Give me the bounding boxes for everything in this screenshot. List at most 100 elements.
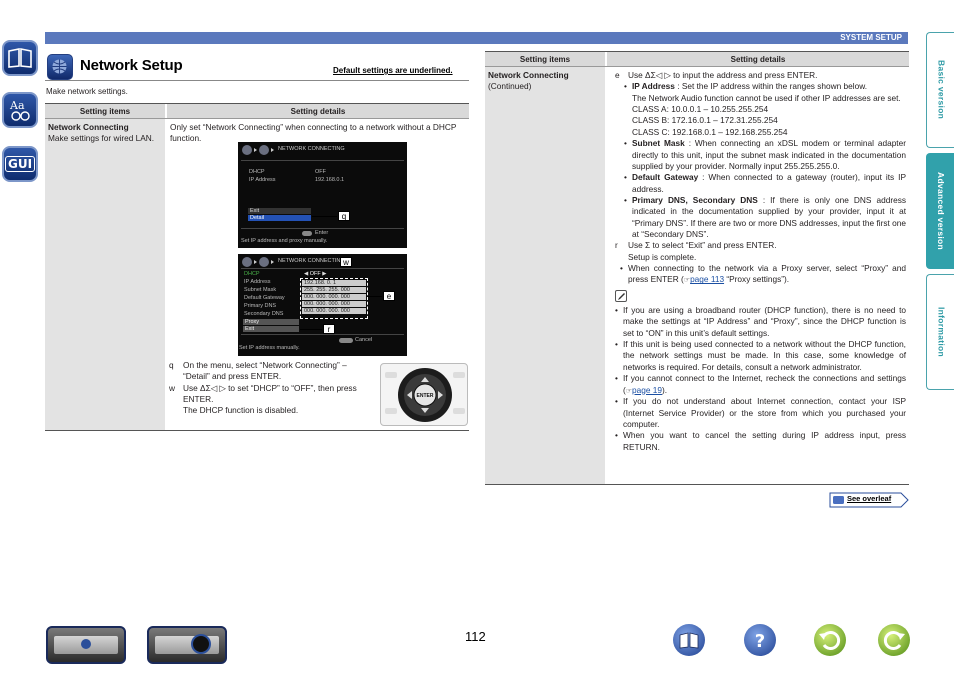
screen-row: IP Address	[249, 177, 276, 183]
item-name: Network Connecting	[488, 70, 569, 80]
page-19-link[interactable]: page 19	[632, 385, 662, 395]
step-3: e Use ΔΣ◁ ▷ to input the address and pres…	[615, 70, 818, 80]
steps-list: q On the menu, select “Network Connecting…	[169, 360, 369, 417]
defaults-note: Default settings are underlined.	[333, 66, 453, 75]
col-header-details: Setting details	[167, 104, 469, 118]
callout-2: w	[340, 257, 352, 267]
item-cell: Network Connecting (Continued)	[485, 67, 605, 484]
book-icon[interactable]	[2, 40, 38, 76]
page-113-link[interactable]: page 113	[690, 274, 724, 284]
screen-row: Primary DNS	[244, 303, 277, 309]
svg-text:?: ?	[755, 631, 765, 652]
ip-address-field[interactable]: 192.168. 0. 1	[302, 280, 366, 286]
item-cell: Network Connecting Make settings for wir…	[45, 119, 165, 430]
col-header-items: Setting items	[485, 52, 605, 66]
tab-information[interactable]: Information	[926, 274, 954, 390]
forward-icon[interactable]	[878, 624, 910, 656]
col-header-items: Setting items	[45, 104, 165, 118]
screen-row: DHCP	[244, 271, 260, 277]
menu-detail[interactable]: Detail	[248, 215, 311, 221]
screen-network-connecting-1: NETWORK CONNECTING DHCP OFF IP Address 1…	[238, 142, 407, 248]
callout-1: q	[338, 211, 350, 221]
tab-advanced-version[interactable]: Advanced version	[926, 153, 954, 269]
screen-row: Default Gateway	[244, 295, 285, 301]
tab-basic-version[interactable]: Basic version	[926, 32, 954, 148]
back-icon[interactable]	[814, 624, 846, 656]
step-1: q On the menu, select “Network Connecting…	[169, 360, 347, 382]
right-settings-table: Setting items Setting details Network Co…	[485, 51, 909, 485]
callout-3: e	[383, 291, 395, 301]
menu-exit[interactable]: Exit	[243, 326, 299, 332]
screen-network-connecting-2: NETWORK CONNECTING DHCP ◀ OFF ▶ IP Addre…	[238, 254, 407, 356]
help-icon[interactable]: ?	[744, 624, 776, 656]
screen-title: NETWORK CONNECTING	[278, 258, 345, 265]
step-4: r Use Σ to select “Exit” and press ENTER.	[615, 240, 777, 251]
screen-row: IP Address	[244, 279, 271, 285]
step-2: w Use ΔΣ◁ ▷ to set “DHCP” to “OFF”, then …	[169, 382, 357, 405]
step-2-note: The DHCP function is disabled.	[183, 405, 299, 416]
network-icon	[259, 257, 269, 267]
gui-icon[interactable]: GUI	[2, 146, 38, 182]
screen-hint: Set IP address manually.	[239, 345, 300, 351]
secondary-dns-field[interactable]: 000. 000. 000. 000	[302, 308, 366, 314]
col-header-details: Setting details	[607, 52, 909, 66]
note-item: When you want to cancel the setting duri…	[615, 430, 906, 453]
gateway-item: Default Gateway : When connected to a ga…	[624, 172, 906, 195]
screen-value: OFF	[315, 169, 326, 175]
subnet-item: Subnet Mask : When connecting an xDSL mo…	[624, 138, 906, 172]
enter-button-label: ENTER	[417, 393, 434, 399]
screen-row: Secondary DNS	[244, 311, 284, 317]
see-overleaf-button[interactable]: See overleaf	[829, 492, 909, 508]
pencil-icon	[615, 290, 627, 303]
item-sub: (Continued)	[488, 81, 532, 92]
class-c: CLASS C: 192.168.0.1 – 192.168.255.254	[632, 126, 788, 137]
ip-address-item: IP Address : Set the IP address within t…	[624, 81, 906, 93]
callout-arrow	[368, 296, 382, 297]
ip-note: The Network Audio function cannot be use…	[632, 92, 901, 103]
menu-icon	[242, 145, 252, 155]
receiver-icon[interactable]	[147, 626, 227, 664]
section-header: SYSTEM SETUP	[45, 32, 908, 44]
primary-dns-field[interactable]: 000. 000. 000. 000	[302, 301, 366, 307]
screen-row: Subnet Mask	[244, 287, 277, 293]
screen-value: 192.168.0.1	[315, 177, 345, 183]
index-book-icon[interactable]	[673, 624, 705, 656]
menu-proxy[interactable]: Proxy	[243, 319, 299, 325]
callout-4: r	[323, 324, 335, 334]
screen-title: NETWORK CONNECTING	[278, 146, 345, 153]
aa-icon[interactable]: Aa	[2, 92, 38, 128]
note-item: If you are using a broadband router (DHC…	[615, 305, 906, 339]
step-4-complete: Setup is complete.	[628, 251, 697, 262]
note-item: If this unit is being used connected to …	[615, 339, 906, 373]
default-gateway-field[interactable]: 000. 000. 000. 000	[302, 294, 366, 300]
screen-row: DHCP	[249, 169, 265, 175]
screen-hint: Set IP address and proxy manually.	[241, 238, 328, 244]
callout-arrow	[312, 216, 337, 217]
remote-icon: ENTER	[380, 363, 468, 426]
network-icon	[259, 145, 269, 155]
item-name: Network Connecting	[48, 122, 129, 132]
menu-icon	[242, 257, 252, 267]
details-cell: e Use ΔΣ◁ ▷ to input the address and pres…	[607, 67, 909, 484]
note-item: If you cannot connect to the Internet, r…	[615, 373, 906, 396]
proxy-note: When connecting to the network via a Pro…	[620, 263, 906, 286]
note-item: If you do not understand about Internet …	[615, 396, 906, 430]
page-title: Network Setup	[80, 57, 183, 74]
section-title: SYSTEM SETUP	[840, 33, 902, 42]
item-desc: Make settings for wired LAN.	[48, 133, 155, 144]
page-number: 112	[465, 629, 486, 644]
see-overleaf-label: See overleaf	[847, 494, 892, 503]
title-divider	[45, 80, 469, 81]
network-icon	[47, 54, 73, 80]
cancel-label: Cancel	[355, 337, 373, 343]
svg-text:Aa: Aa	[9, 99, 25, 112]
class-a: CLASS A: 10.0.0.1 – 10.255.255.254	[632, 104, 769, 115]
menu-exit[interactable]: Exit	[248, 208, 311, 214]
enter-key-icon	[302, 231, 312, 237]
callout-arrow	[300, 329, 322, 330]
amplifier-icon[interactable]	[46, 626, 126, 664]
subnet-mask-field[interactable]: 255. 255. 255. 000	[302, 287, 366, 293]
dns-item: Primary DNS, Secondary DNS : If there is…	[624, 195, 906, 240]
return-key-icon	[339, 338, 353, 344]
class-b: CLASS B: 172.16.0.1 – 172.31.255.254	[632, 115, 778, 126]
